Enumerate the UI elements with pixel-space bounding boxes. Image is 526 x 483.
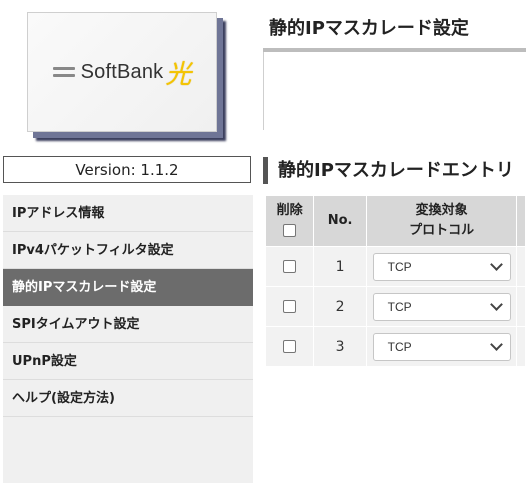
chevron-down-icon — [489, 298, 503, 311]
row-protocol-cell: TCP — [365, 246, 518, 287]
row-delete-cell — [264, 286, 315, 327]
logo-bars-icon — [52, 67, 75, 77]
sidebar-item-ipv4-packet-filter[interactable]: IPv4パケットフィルタ設定 — [3, 232, 253, 269]
logo-hikari-mark: 光 — [165, 59, 192, 90]
header-protocol: 変換対象 プロトコル — [365, 195, 518, 247]
sidebar-item-spi-timeout[interactable]: SPIタイムアウト設定 — [3, 306, 253, 343]
select-all-checkbox[interactable] — [283, 224, 297, 237]
protocol-select[interactable]: TCP — [372, 332, 511, 361]
row-number: 2 — [313, 286, 367, 327]
sidebar-nav: IPアドレス情報 IPv4パケットフィルタ設定 静的IPマスカレード設定 SPI… — [3, 195, 253, 483]
header-protocol-line1: 変換対象 — [415, 203, 468, 218]
header-delete-label: 削除 — [276, 203, 303, 218]
table-row: 1 TCP — [264, 246, 526, 287]
protocol-select[interactable]: TCP — [372, 292, 511, 321]
header-protocol-line2: プロトコル — [409, 223, 475, 238]
title-underline — [263, 48, 526, 52]
page-header: 静的IPマスカレード設定 — [263, 0, 526, 130]
header-no: No. — [313, 195, 367, 247]
table-header-row: 削除 No. 変換対象 プロトコル — [264, 195, 526, 247]
chevron-down-icon — [489, 258, 503, 271]
protocol-select-value: TCP — [387, 299, 412, 314]
row-protocol-cell: TCP — [365, 326, 518, 367]
header-extra — [516, 195, 526, 247]
sidebar-item-ip-address-info[interactable]: IPアドレス情報 — [3, 195, 253, 232]
table-row: 2 TCP — [264, 286, 526, 327]
sidebar-item-upnp[interactable]: UPnP設定 — [3, 343, 253, 380]
logo-brand-text: SoftBank — [80, 60, 164, 83]
row-protocol-cell: TCP — [365, 286, 518, 327]
section-marker — [263, 157, 268, 184]
table-row: 3 TCP — [264, 326, 526, 367]
version-label: Version: 1.1.2 — [3, 156, 251, 183]
row-extra-cell — [516, 246, 526, 287]
protocol-select-value: TCP — [387, 339, 412, 354]
header-divider — [263, 52, 264, 130]
row-delete-checkbox[interactable] — [283, 340, 297, 353]
row-delete-checkbox[interactable] — [283, 260, 297, 273]
sidebar-item-help[interactable]: ヘルプ(設定方法) — [3, 380, 253, 417]
softbank-logo: SoftBank 光 — [27, 12, 217, 132]
row-extra-cell — [516, 326, 526, 367]
row-delete-cell — [264, 246, 315, 287]
masquerade-entry-table: 削除 No. 変換対象 プロトコル 1 TCP 2 TCP 3 TCP — [264, 195, 526, 367]
row-number: 3 — [313, 326, 367, 367]
row-number: 1 — [313, 246, 367, 287]
chevron-down-icon — [489, 338, 503, 351]
header-delete: 削除 — [264, 195, 315, 247]
page-title: 静的IPマスカレード設定 — [269, 18, 469, 39]
protocol-select-value: TCP — [387, 259, 412, 274]
protocol-select[interactable]: TCP — [372, 252, 511, 281]
section-title: 静的IPマスカレードエントリ — [278, 160, 514, 181]
row-extra-cell — [516, 286, 526, 327]
row-delete-checkbox[interactable] — [283, 300, 297, 313]
sidebar-item-static-ip-masquerade[interactable]: 静的IPマスカレード設定 — [3, 269, 253, 306]
row-delete-cell — [264, 326, 315, 367]
